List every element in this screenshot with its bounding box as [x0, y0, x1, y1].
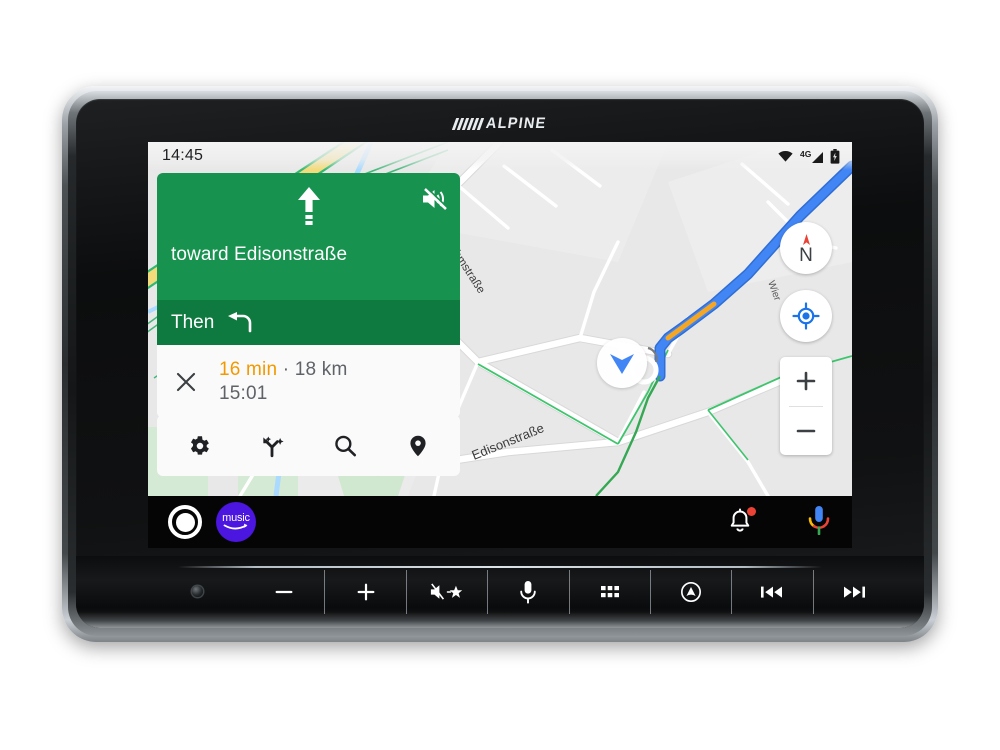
maneuver-instruction: toward Edisonstraße	[171, 244, 348, 265]
close-navigation-button[interactable]	[171, 371, 201, 393]
notification-badge	[747, 507, 756, 516]
navigation-chevron-icon	[610, 354, 634, 374]
mute-button[interactable]	[422, 187, 449, 216]
alternate-routes-icon	[263, 435, 284, 457]
close-icon	[176, 372, 196, 391]
ir-sensor	[192, 586, 203, 597]
next-track-button[interactable]	[814, 570, 894, 614]
minus-icon	[796, 429, 816, 433]
maneuver-header	[171, 185, 449, 231]
display-screen[interactable]: .rd{fill:none;stroke:#ffffff;stroke-line…	[148, 142, 852, 548]
hardware-button-strip	[76, 556, 924, 628]
destinations-button[interactable]	[395, 423, 441, 469]
plus-icon	[357, 583, 374, 601]
destination-pin-icon	[410, 435, 426, 456]
alpine-head-unit: ALPINE .rd{fill:none;stroke:#ffffff;stro…	[62, 86, 938, 642]
zoom-controls	[780, 357, 832, 455]
straight-arrow-icon	[297, 187, 320, 225]
minus-icon	[275, 590, 293, 594]
android-auto-ui: .rd{fill:none;stroke:#ffffff;stroke-line…	[148, 142, 852, 548]
then-card: Then	[157, 300, 460, 345]
search-button[interactable]	[322, 423, 368, 469]
microphone-icon	[520, 581, 537, 604]
compass-button[interactable]: N	[780, 222, 832, 274]
mute-favorite-button[interactable]	[407, 570, 489, 614]
maps-toolbar	[157, 415, 460, 476]
maneuver-card[interactable]: toward Edisonstraße	[157, 173, 460, 300]
now-playing-button[interactable]: music	[216, 502, 256, 542]
skip-next-icon	[843, 586, 865, 598]
eta-duration: 16 min	[219, 358, 278, 380]
recenter-button[interactable]	[780, 290, 832, 342]
android-auto-bottom-bar: music	[148, 496, 852, 548]
compass-north-label: N	[799, 244, 813, 266]
android-auto-icon	[681, 582, 702, 602]
voice-button[interactable]	[488, 570, 570, 614]
bottom-bar-left-group: music	[168, 502, 256, 542]
apps-button[interactable]	[570, 570, 651, 614]
maps-app-area[interactable]: .rd{fill:none;stroke:#ffffff;stroke-line…	[148, 142, 852, 496]
volume-down-button[interactable]	[244, 570, 326, 614]
home-button[interactable]	[168, 505, 202, 539]
zoom-out-button[interactable]	[780, 407, 832, 456]
volume-muted-icon	[423, 187, 449, 210]
mute-star-icon	[430, 583, 463, 600]
assistant-button[interactable]	[806, 505, 832, 540]
strip-bottom-curve	[76, 612, 924, 628]
skip-previous-icon	[761, 586, 783, 598]
eta-card[interactable]: 16 min · 18 km 15:01	[157, 345, 460, 418]
previous-track-button[interactable]	[732, 570, 814, 614]
eta-duration-distance: 16 min · 18 km	[219, 359, 347, 381]
eta-distance: 18 km	[294, 358, 348, 380]
eta-arrival-time: 15:01	[219, 382, 268, 404]
then-label: Then	[171, 311, 215, 333]
my-location-icon	[792, 302, 820, 330]
google-assistant-mic-icon	[808, 505, 830, 535]
volume-up-button[interactable]	[325, 570, 407, 614]
android-auto-button[interactable]	[651, 570, 733, 614]
plus-icon	[796, 371, 816, 391]
strip-highlight	[177, 566, 823, 568]
amazon-music-label: music	[222, 512, 250, 524]
eta-text: 16 min · 18 km 15:01	[219, 359, 347, 405]
grid-apps-icon	[600, 586, 619, 598]
search-icon	[335, 435, 356, 456]
vehicle-position-marker	[597, 338, 647, 388]
settings-icon	[191, 435, 210, 455]
navigation-card-stack: toward Edisonstraße Then 16 min · 18 km …	[157, 173, 460, 418]
bottom-bar-right-group	[726, 505, 832, 540]
amazon-smile-icon	[223, 523, 248, 530]
eta-separator: ·	[277, 358, 295, 380]
hardware-buttons-row	[244, 570, 894, 614]
settings-button[interactable]	[176, 423, 222, 469]
zoom-in-button[interactable]	[780, 357, 832, 406]
notifications-button[interactable]	[726, 507, 756, 536]
alternate-routes-button[interactable]	[249, 423, 295, 469]
turn-left-u-icon	[228, 311, 252, 332]
